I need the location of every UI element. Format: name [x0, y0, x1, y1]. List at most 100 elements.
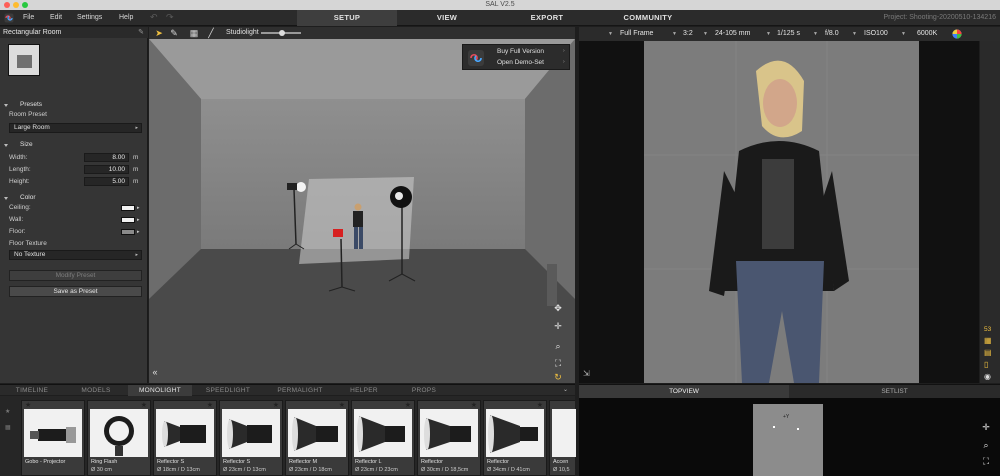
buy-full-version-link[interactable]: Buy Full Version	[497, 48, 544, 55]
light-card[interactable]: Accen Ø 10,5	[549, 400, 576, 476]
tab-speedlight[interactable]: SPEEDLIGHT	[192, 385, 264, 396]
light-card[interactable]: ★ Reflector M Ø 23cm / D 18cm	[285, 400, 349, 476]
light-card[interactable]: ★ Ring Flash Ø 30 cm	[87, 400, 151, 476]
lens[interactable]: 24-105 mm	[715, 27, 750, 41]
tab-export[interactable]: EXPORT	[497, 10, 597, 26]
fit-view-icon[interactable]: ⛶	[552, 358, 564, 368]
floor-texture-dropdown[interactable]: No Texture ▸	[9, 250, 142, 260]
menu-settings[interactable]: Settings	[77, 10, 102, 26]
light-dimensions: Ø 30cm / D 18,5cm	[421, 467, 469, 473]
slider-handle[interactable]	[279, 29, 285, 36]
light-name: Reflector L	[355, 459, 382, 465]
light-card[interactable]: ★ Reflector L Ø 23cm / D 23cm	[351, 400, 415, 476]
light-card[interactable]: ★ Gobo - Projector	[21, 400, 85, 476]
camera-reset-icon[interactable]: ↻	[552, 372, 564, 382]
floor-label: Floor:	[9, 228, 26, 235]
grid-icon[interactable]: ▦	[189, 28, 199, 38]
chevron-right-icon: ▸	[137, 205, 140, 211]
pan-icon[interactable]: ✛	[552, 321, 564, 331]
ceiling-color-swatch[interactable]	[121, 205, 135, 211]
star-icon[interactable]: ★	[339, 401, 345, 409]
floor-color-swatch[interactable]	[121, 229, 135, 235]
panel-header: Rectangular Room ✎	[0, 27, 148, 38]
menu-edit[interactable]: Edit	[50, 10, 62, 26]
zoom-icon[interactable]: ⌕	[552, 341, 564, 351]
aspect-ratio[interactable]: 3:2	[683, 27, 693, 41]
star-icon[interactable]: ★	[273, 401, 279, 409]
collapse-presets-icon[interactable]	[4, 104, 8, 107]
star-icon[interactable]: ★	[405, 401, 411, 409]
tab-community[interactable]: COMMUNITY	[597, 10, 699, 26]
studio-3d-viewport[interactable]: Buy Full Version Open Demo-Set › › ✥ ✛ ⌕…	[149, 39, 575, 383]
iso[interactable]: ISO100	[864, 27, 888, 41]
shutter-speed[interactable]: 1/125 s	[777, 27, 800, 41]
length-input[interactable]: 10.00	[84, 165, 129, 174]
pan-icon[interactable]: ✛	[980, 422, 992, 432]
room-preset-label: Room Preset	[9, 111, 47, 118]
collapse-size-icon[interactable]	[4, 144, 8, 147]
light-card[interactable]: ★ Reflector Ø 30cm / D 18,5cm	[417, 400, 481, 476]
tab-permalight[interactable]: PERMALIGHT	[264, 385, 336, 396]
wall-color-swatch[interactable]	[121, 217, 135, 223]
color-wheel-icon[interactable]	[952, 29, 962, 39]
window-title: SAL V2.5	[485, 1, 515, 8]
tab-topview[interactable]: TOPVIEW	[579, 385, 789, 399]
camera-icon[interactable]: ◉	[984, 372, 991, 381]
zoom-window-button[interactable]	[22, 2, 28, 8]
camera-link-icon[interactable]: ⇲	[583, 369, 590, 378]
open-demo-set-link[interactable]: Open Demo-Set	[497, 59, 544, 66]
minimize-window-button[interactable]	[13, 2, 19, 8]
star-icon[interactable]: ★	[471, 401, 477, 409]
orbit-icon[interactable]: ✥	[552, 303, 564, 313]
collapse-color-icon[interactable]	[4, 197, 8, 200]
select-cursor-icon[interactable]: ➤	[154, 28, 164, 38]
tab-view[interactable]: VIEW	[397, 10, 497, 26]
light-card[interactable]: ★ Reflector S Ø 23cm / D 13cm	[219, 400, 283, 476]
top-view-panel[interactable]: +Y ✛ ⌕ ⛶	[579, 398, 1000, 476]
star-icon[interactable]: ★	[25, 401, 31, 409]
modify-preset-button[interactable]: Modify Preset	[9, 270, 142, 281]
grid-view-icon[interactable]: ▦	[5, 424, 11, 431]
pencil-icon[interactable]: ✎	[169, 28, 179, 38]
tab-helper[interactable]: HELPER	[336, 385, 392, 396]
reflector-icon	[424, 418, 471, 450]
tab-timeline[interactable]: TIMELINE	[0, 385, 64, 396]
menu-file[interactable]: File	[23, 10, 34, 26]
menu-help[interactable]: Help	[119, 10, 133, 26]
height-input[interactable]: 5.00	[84, 177, 129, 186]
light-card[interactable]: ★ Reflector Ø 34cm / D 41cm	[483, 400, 547, 476]
grid-overlay-icon[interactable]: ▦	[984, 336, 992, 345]
star-filter-icon[interactable]: ★	[5, 408, 10, 415]
star-icon[interactable]: ★	[537, 401, 543, 409]
undo-icon[interactable]: ↶	[150, 12, 158, 23]
aperture[interactable]: f/8.0	[825, 27, 839, 41]
project-name: Project: Shooting-20200510-134216	[883, 14, 996, 21]
white-balance[interactable]: 6000K	[917, 27, 937, 41]
close-window-button[interactable]	[4, 2, 10, 8]
tab-setup[interactable]: SETUP	[297, 10, 397, 26]
star-icon[interactable]: ★	[207, 401, 213, 409]
sensor-format[interactable]: Full Frame	[620, 27, 653, 41]
fit-view-icon[interactable]: ⛶	[980, 456, 992, 466]
pin-icon[interactable]: ✎	[138, 27, 144, 38]
collapse-left-icon[interactable]: «	[150, 367, 160, 377]
tab-models[interactable]: MODELS	[64, 385, 128, 396]
collapse-library-icon[interactable]: ⌄	[563, 385, 568, 396]
camera-toolbar: ▼ Full Frame ▼ 3:2 ▼ 24-105 mm ▼ 1/125 s…	[579, 27, 1000, 41]
light-card[interactable]: ★ Reflector S Ø 18cm / D 13cm	[153, 400, 217, 476]
save-as-preset-button[interactable]: Save as Preset	[9, 286, 142, 297]
width-input[interactable]: 8.00	[84, 153, 129, 162]
tab-monolight[interactable]: MONOLIGHT	[128, 385, 192, 396]
measure-line-icon[interactable]: ╱	[206, 28, 216, 38]
room-preset-dropdown[interactable]: Large Room ▸	[9, 123, 142, 133]
camera-preview[interactable]: ⇲	[579, 41, 979, 383]
zoom-icon[interactable]: ⌕	[980, 440, 992, 450]
redo-icon[interactable]: ↷	[166, 12, 174, 23]
star-icon[interactable]: ★	[141, 401, 147, 409]
phone-frame-icon[interactable]: ▯	[984, 360, 988, 369]
tab-setlist[interactable]: SETLIST	[789, 385, 1000, 399]
studiolight-slider[interactable]	[261, 29, 301, 36]
tab-props[interactable]: PROPS	[392, 385, 456, 396]
top-view-room: +Y	[753, 404, 823, 476]
frame-guides-icon[interactable]: ▤	[984, 348, 992, 357]
